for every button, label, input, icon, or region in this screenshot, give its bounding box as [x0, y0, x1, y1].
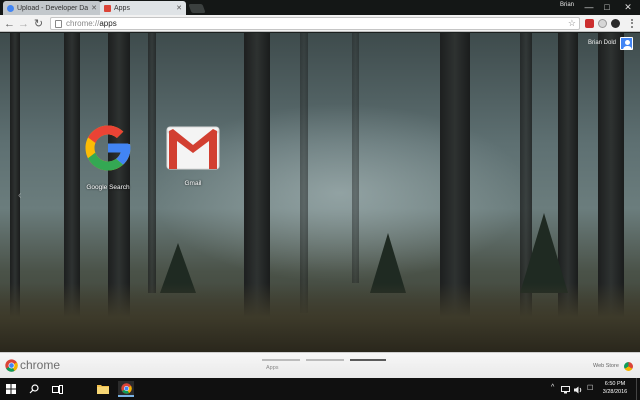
apps-page: Brian Dold ‹ Google Search Gmail [0, 33, 640, 352]
tab-favicon [104, 4, 111, 12]
app-label: Gmail [184, 180, 202, 187]
extension-lastpass-icon[interactable] [585, 19, 594, 28]
taskbar-file-explorer[interactable] [95, 381, 111, 397]
user-name: Brian Dold [588, 40, 617, 46]
previous-page-arrow-icon[interactable]: ‹ [18, 190, 21, 201]
page-indicator-active[interactable] [350, 359, 386, 361]
page-icon [55, 19, 62, 28]
background-tree [352, 33, 359, 283]
maximize-button[interactable]: □ [598, 0, 616, 14]
background-fir [520, 213, 568, 293]
show-desktop-button[interactable] [636, 378, 640, 400]
folder-icon [97, 385, 109, 394]
volume-icon[interactable] [574, 386, 583, 394]
tab-favicon [7, 4, 14, 12]
chrome-logo-icon [5, 359, 18, 372]
app-label: Google Search [86, 184, 130, 191]
close-tab-icon[interactable]: ✕ [176, 4, 182, 12]
background-tree [148, 33, 156, 293]
task-view-button[interactable] [49, 381, 65, 397]
task-view-icon [51, 384, 63, 394]
reload-button[interactable]: ↻ [32, 17, 45, 30]
page-label: Apps [266, 365, 279, 371]
clock-time: 6:50 PM [604, 381, 626, 387]
app-google-search[interactable]: Google Search [76, 121, 140, 191]
forest-floor [0, 283, 640, 352]
chrome-menu-button[interactable] [628, 18, 636, 29]
gmail-icon [166, 126, 220, 170]
taskbar-chrome[interactable] [118, 381, 134, 397]
url-scheme: chrome:// [66, 19, 100, 28]
web-store-link[interactable]: Web Store [593, 363, 619, 369]
tray-overflow-icon[interactable]: ^ [551, 384, 554, 391]
browser-toolbar: ← → ↻ chrome:// apps ☆ [0, 15, 640, 32]
user-avatar[interactable] [620, 37, 633, 50]
page-indicator[interactable] [262, 359, 300, 361]
windows-taskbar: ^ ☐ 6:50 PM 3/28/2016 [0, 378, 640, 400]
app-launcher-bar: chrome Apps Web Store [0, 352, 640, 378]
tab-title: Apps [114, 4, 130, 12]
tab-title: Upload - Developer Dash [17, 4, 89, 12]
search-button[interactable] [26, 381, 42, 397]
back-button[interactable]: ← [3, 17, 16, 30]
background-tree [300, 33, 308, 313]
extension-dark-icon[interactable] [611, 19, 620, 28]
windows-start-button[interactable] [3, 381, 19, 397]
window-controls: — □ ✕ [580, 0, 640, 14]
clock-date: 3/28/2016 [602, 389, 628, 395]
app-gmail[interactable]: Gmail [161, 125, 225, 187]
search-icon [29, 384, 39, 394]
tab-apps[interactable]: Apps ✕ [100, 1, 186, 15]
notification-icon[interactable]: ☐ [587, 384, 593, 392]
chrome-wordmark: chrome [20, 358, 61, 372]
page-indicator[interactable] [306, 359, 344, 361]
tab-developer-dashboard[interactable]: Upload - Developer Dash ✕ [3, 1, 101, 15]
new-tab-button[interactable] [188, 4, 206, 13]
close-tab-icon[interactable]: ✕ [91, 4, 97, 12]
taskbar-clock[interactable]: 6:50 PM 3/28/2016 [600, 380, 630, 396]
profile-name-button[interactable]: Brian [560, 2, 574, 8]
close-window-button[interactable]: ✕ [616, 0, 640, 14]
google-g-icon [85, 125, 131, 171]
windows-logo-icon [6, 384, 16, 394]
chrome-icon [120, 382, 132, 394]
tab-strip: Upload - Developer Dash ✕ Apps ✕ Brian —… [0, 0, 640, 15]
address-bar[interactable]: chrome:// apps ☆ [50, 17, 580, 30]
web-store-icon[interactable] [624, 362, 633, 371]
network-icon[interactable] [561, 386, 570, 394]
url-path: apps [99, 19, 117, 28]
bookmark-star-icon[interactable]: ☆ [568, 18, 576, 29]
minimize-button[interactable]: — [580, 0, 598, 14]
extension-icon[interactable] [598, 19, 607, 28]
forward-button[interactable]: → [17, 17, 30, 30]
